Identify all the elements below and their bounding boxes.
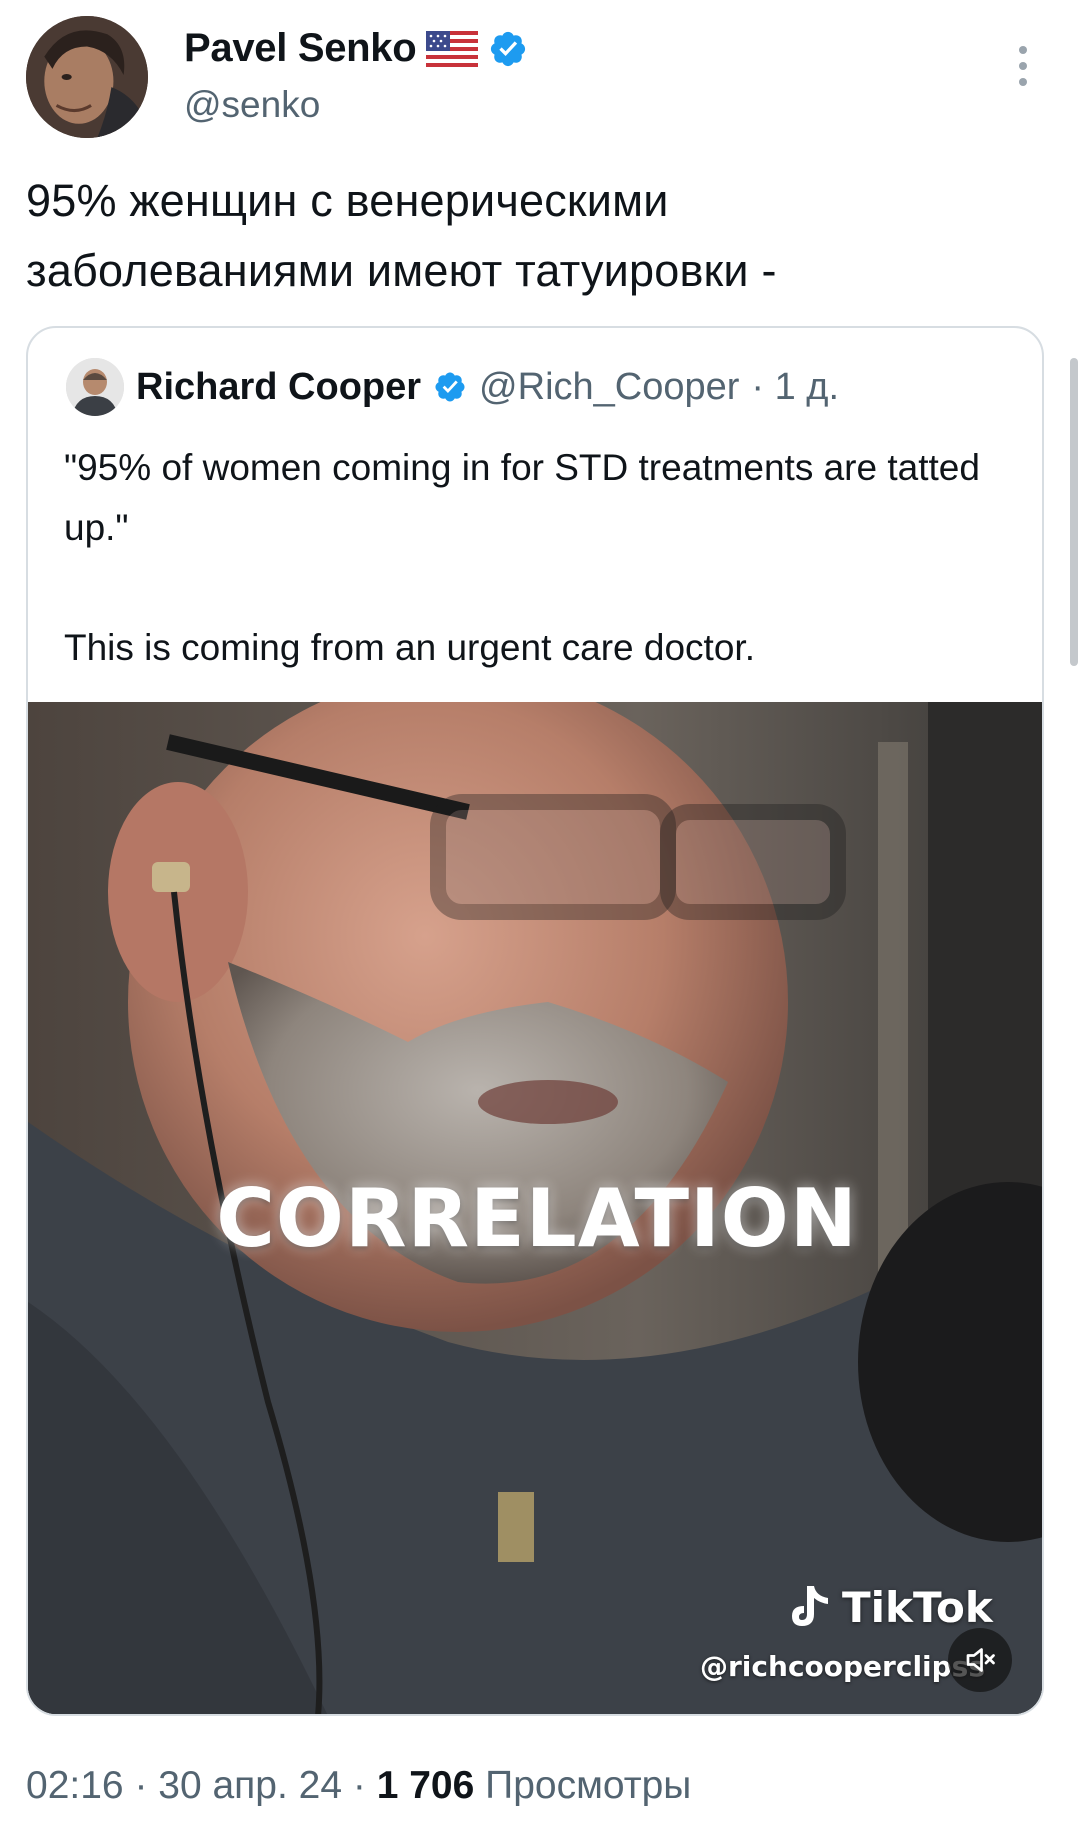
author-name-row[interactable]: Pavel Senko — [184, 26, 528, 71]
tiktok-label: TikTok — [842, 1582, 993, 1632]
us-flag-icon — [426, 30, 479, 67]
quoted-tweet-age: · 1 д. — [751, 365, 840, 408]
verified-badge-icon — [491, 31, 526, 66]
author-handle[interactable]: @senko — [184, 84, 320, 126]
speaker-muted-icon — [966, 1648, 995, 1672]
quoted-avatar-photo — [66, 358, 124, 416]
video-caption: CORRELATION — [216, 1172, 858, 1265]
quoted-tweet-text: "95% of women coming in for STD treatmen… — [64, 438, 1004, 678]
views-count: 1 706 — [376, 1764, 475, 1807]
tweet-time[interactable]: 02:16 — [26, 1764, 124, 1807]
more-options-icon[interactable] — [1008, 44, 1038, 88]
tiktok-username: @richcooperclipss — [700, 1650, 986, 1683]
quoted-text-line1: "95% of women coming in for STD treatmen… — [64, 447, 980, 548]
quoted-text-line2: This is coming from an urgent care docto… — [64, 627, 755, 668]
author-avatar[interactable] — [26, 16, 148, 138]
scrollbar[interactable] — [1070, 358, 1078, 666]
tweet-text: 95% женщин с венерическими заболеваниями… — [26, 175, 777, 296]
quoted-author-handle[interactable]: @Rich_Cooper — [479, 366, 739, 409]
quoted-tweet-card[interactable]: Richard Cooper @Rich_Cooper · 1 д. "95% … — [26, 326, 1044, 1716]
author-name[interactable]: Pavel Senko — [184, 26, 417, 71]
quoted-tweet-header: Richard Cooper @Rich_Cooper · 1 д. — [66, 358, 839, 416]
avatar-photo — [26, 16, 148, 138]
verified-badge-icon — [435, 372, 465, 402]
views-label: Просмотры — [485, 1764, 692, 1807]
quoted-video-player[interactable]: CORRELATION TikTok @richcooperclipss — [28, 702, 1042, 1714]
tweet-date[interactable]: 30 апр. 24 — [158, 1764, 342, 1807]
tiktok-watermark: TikTok — [788, 1582, 993, 1632]
tweet-meta: 02:16 · 30 апр. 24 · 1 706 Просмотры — [26, 1764, 692, 1807]
quoted-author-avatar[interactable] — [66, 358, 124, 416]
tiktok-logo-icon — [792, 1586, 828, 1626]
mute-button[interactable] — [948, 1628, 1012, 1692]
quoted-author-name[interactable]: Richard Cooper — [136, 366, 421, 409]
